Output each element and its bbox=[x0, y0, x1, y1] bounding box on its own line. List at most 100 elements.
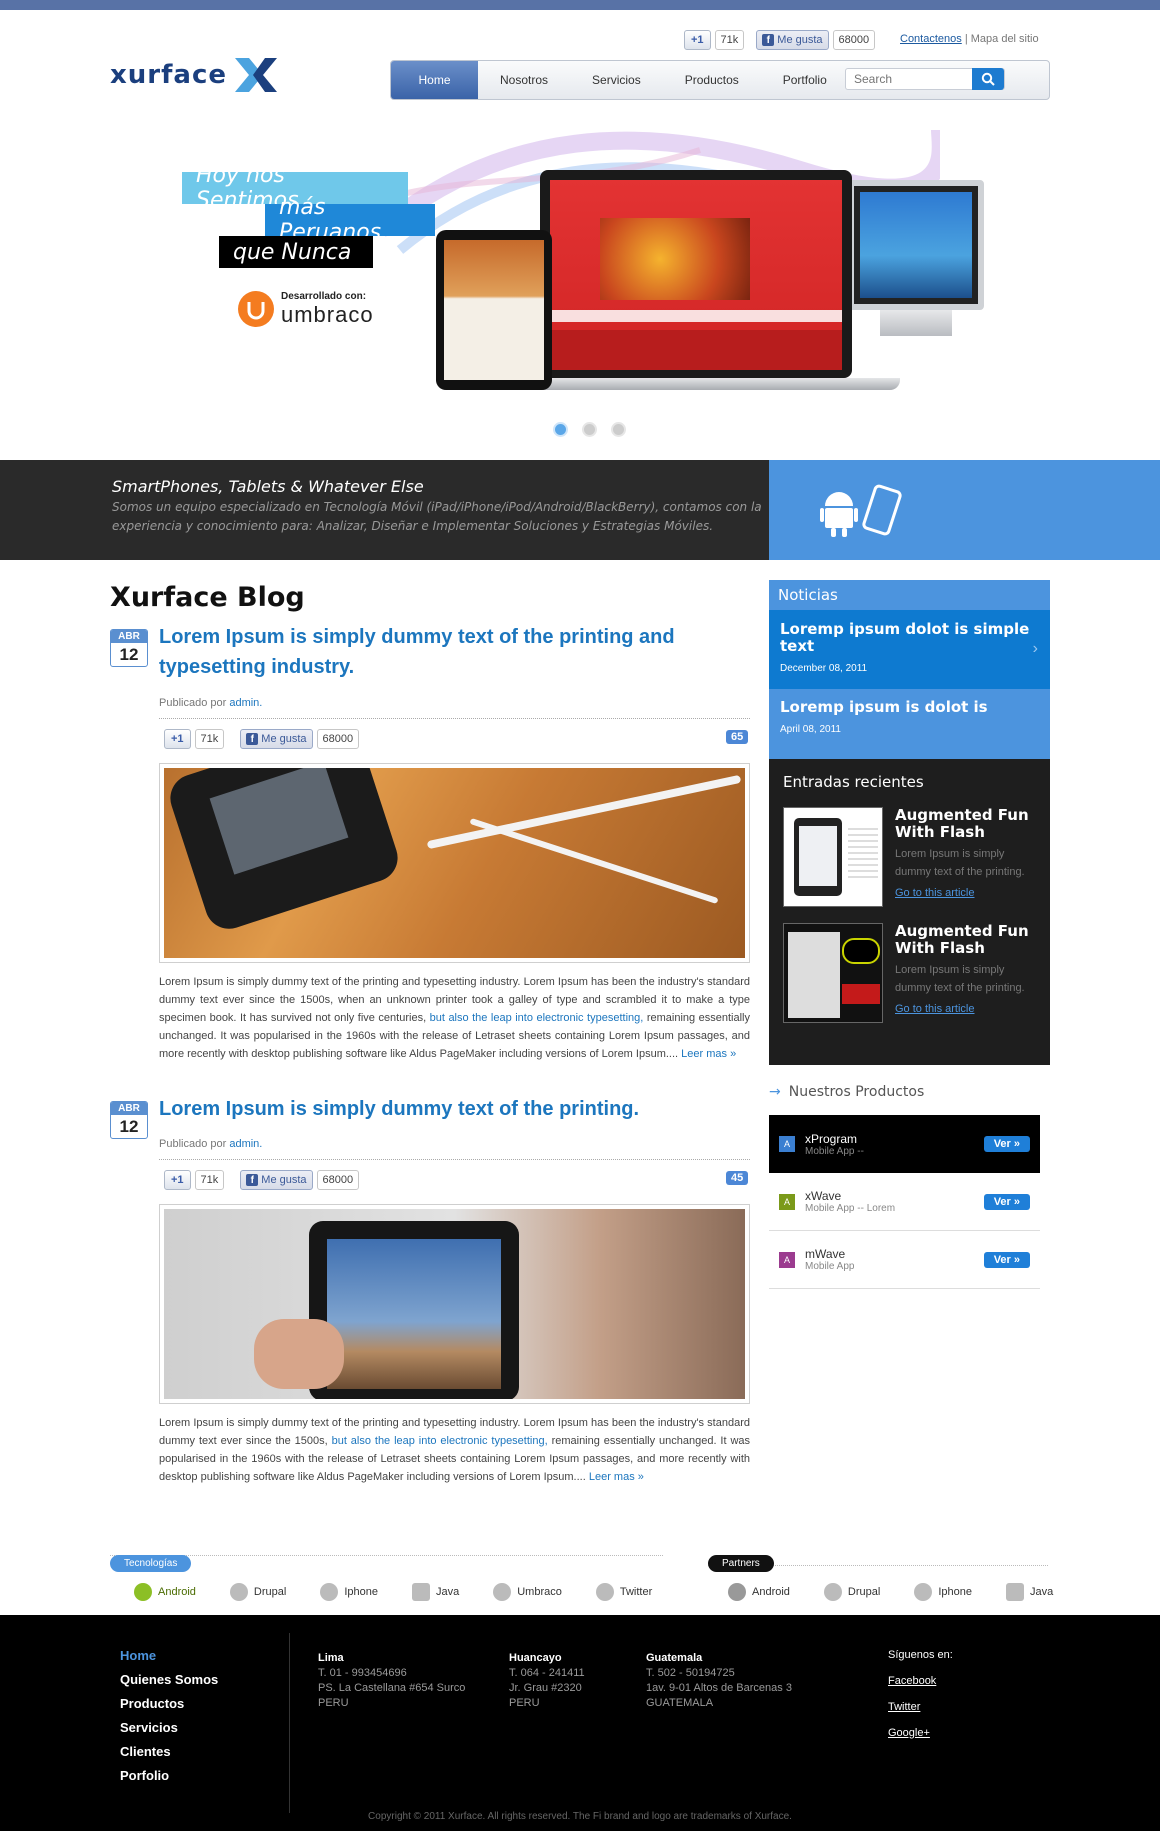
android-logo[interactable]: Android bbox=[134, 1583, 196, 1601]
product-name: mWave bbox=[805, 1247, 846, 1261]
umbraco-logo[interactable]: Umbraco bbox=[493, 1583, 562, 1601]
footer-link-servicios[interactable]: Servicios bbox=[120, 1720, 218, 1735]
news-date: December 08, 2011 bbox=[780, 663, 868, 674]
slider-dot-2[interactable] bbox=[582, 422, 597, 437]
blog-title: Xurface Blog bbox=[110, 582, 305, 613]
recent-thumbnail[interactable] bbox=[783, 923, 883, 1023]
fb-count: 68000 bbox=[832, 30, 876, 50]
nav-nosotros[interactable]: Nosotros bbox=[478, 61, 570, 99]
nav-home[interactable]: Home bbox=[391, 61, 478, 99]
ver-button[interactable]: Ver » bbox=[983, 1136, 1030, 1152]
excerpt-link[interactable]: but also the leap into electronic typese… bbox=[332, 1435, 548, 1447]
date-month: ABR bbox=[111, 1102, 147, 1115]
date-badge: ABR 12 bbox=[110, 1101, 148, 1139]
drupal-logo[interactable]: Drupal bbox=[229, 1583, 287, 1601]
tech-label: Tecnologías bbox=[110, 1555, 192, 1572]
tablet-illustration bbox=[436, 230, 552, 390]
footer-link-quienes-somos[interactable]: Quienes Somos bbox=[120, 1672, 218, 1687]
post-image-1[interactable] bbox=[159, 763, 750, 963]
twitter-link[interactable]: Twitter bbox=[888, 1701, 953, 1713]
search-button[interactable] bbox=[972, 68, 1004, 90]
comment-count-1[interactable]: 65 bbox=[726, 730, 749, 744]
tech-logos: Android Drupal Iphone Java Umbraco Twitt… bbox=[134, 1583, 652, 1601]
excerpt-link[interactable]: but also the leap into electronic typese… bbox=[430, 1012, 644, 1024]
read-more-link[interactable]: Leer mas » bbox=[589, 1471, 644, 1483]
gplus-button[interactable]: +1 bbox=[684, 30, 711, 50]
footer-link-productos[interactable]: Productos bbox=[120, 1696, 218, 1711]
post-title-1[interactable]: Lorem Ipsum is simply dummy text of the … bbox=[159, 622, 709, 682]
post-title-2[interactable]: Lorem Ipsum is simply dummy text of the … bbox=[159, 1094, 709, 1124]
iphone-logo[interactable]: Iphone bbox=[320, 1583, 378, 1601]
post-date-1: ABR 12 bbox=[110, 629, 148, 667]
sidebar: Noticias Loremp ipsum dolot is simple te… bbox=[769, 580, 1050, 1289]
date-badge: ABR 12 bbox=[110, 629, 148, 667]
drupal-logo[interactable]: Drupal bbox=[823, 1583, 880, 1601]
product-item-3[interactable]: A mWave Mobile App Ver » bbox=[769, 1231, 1040, 1289]
read-more-link[interactable]: Leer mas » bbox=[681, 1048, 736, 1060]
twitter-logo[interactable]: Twitter bbox=[595, 1583, 652, 1601]
facebook-link[interactable]: Facebook bbox=[888, 1675, 953, 1687]
googleplus-link[interactable]: Google+ bbox=[888, 1727, 953, 1739]
product-item-2[interactable]: A xWave Mobile App -- Lorem Ver » bbox=[769, 1173, 1040, 1231]
nav-servicios[interactable]: Servicios bbox=[570, 61, 663, 99]
search-input[interactable] bbox=[846, 72, 966, 86]
post-image-2[interactable] bbox=[159, 1204, 750, 1404]
gplus-button[interactable]: +1 bbox=[164, 729, 191, 749]
news-heading: Noticias bbox=[769, 580, 1050, 610]
comment-count-2[interactable]: 45 bbox=[726, 1171, 749, 1185]
slider-dot-3[interactable] bbox=[611, 422, 626, 437]
android-logo[interactable]: Android bbox=[728, 1583, 790, 1601]
author-link[interactable]: admin. bbox=[229, 1138, 262, 1150]
recent-description: Lorem Ipsum is simply dummy text of the … bbox=[895, 964, 1025, 994]
tech-name: Drupal bbox=[253, 1586, 287, 1598]
java-logo[interactable]: Java bbox=[1005, 1583, 1053, 1601]
products-heading: → Nuestros Productos bbox=[769, 1077, 1050, 1107]
iphone-logo[interactable]: Iphone bbox=[914, 1583, 972, 1601]
go-to-article-link[interactable]: Go to this article bbox=[895, 1003, 1036, 1015]
logo[interactable]: xurface bbox=[110, 56, 279, 94]
product-app-icon: A bbox=[779, 1251, 795, 1268]
fb-like-button[interactable]: f Me gusta bbox=[240, 1170, 313, 1190]
java-logo[interactable]: Java bbox=[411, 1583, 459, 1601]
drupal-icon bbox=[823, 1583, 842, 1601]
ver-button[interactable]: Ver » bbox=[983, 1193, 1030, 1210]
nav-productos[interactable]: Productos bbox=[663, 61, 761, 99]
recent-title[interactable]: Augmented Fun With Flash bbox=[895, 923, 1036, 957]
divider bbox=[159, 1159, 750, 1160]
tech-name: Android bbox=[158, 1586, 196, 1598]
footer-link-clientes[interactable]: Clientes bbox=[120, 1744, 218, 1759]
search-icon bbox=[981, 72, 995, 86]
news-item-1[interactable]: Loremp ipsum dolot is simple text Decemb… bbox=[769, 610, 1050, 689]
gplus-button[interactable]: +1 bbox=[164, 1170, 191, 1190]
apple-icon bbox=[914, 1583, 933, 1601]
footer: Home Quienes Somos Productos Servicios C… bbox=[0, 1615, 1160, 1831]
date-day: 12 bbox=[119, 1117, 139, 1136]
fb-like-button[interactable]: f Me gusta bbox=[756, 30, 829, 50]
recent-heading: Entradas recientes bbox=[783, 773, 924, 791]
product-item-1[interactable]: A xProgram Mobile App -- Ver » bbox=[769, 1115, 1040, 1173]
mobile-band: SmartPhones, Tablets & Whatever Else Som… bbox=[0, 460, 1160, 560]
footer-link-porfolio[interactable]: Porfolio bbox=[120, 1768, 218, 1783]
office-phone: T. 01 - 993454696 bbox=[318, 1667, 407, 1679]
post-date-2: ABR 12 bbox=[110, 1101, 148, 1139]
fb-like-button[interactable]: f Me gusta bbox=[240, 729, 313, 749]
umbraco-icon bbox=[493, 1583, 512, 1601]
contact-link[interactable]: Contactenos bbox=[900, 33, 962, 45]
sitemap-link[interactable]: Mapa del sitio bbox=[971, 33, 1039, 45]
go-to-article-link[interactable]: Go to this article bbox=[895, 887, 1036, 899]
band-text-block: SmartPhones, Tablets & Whatever Else Som… bbox=[112, 477, 762, 536]
ver-button[interactable]: Ver » bbox=[983, 1251, 1030, 1268]
office-phone: T. 064 - 241411 bbox=[509, 1667, 585, 1679]
top-accent-bar bbox=[0, 0, 1160, 10]
recent-thumbnail[interactable] bbox=[783, 807, 883, 907]
office-address: Jr. Grau #2320 bbox=[509, 1682, 582, 1694]
recent-title[interactable]: Augmented Fun With Flash bbox=[895, 807, 1036, 841]
author-link[interactable]: admin. bbox=[229, 697, 262, 709]
date-month: ABR bbox=[111, 630, 147, 643]
slider-dot-1[interactable] bbox=[553, 422, 568, 437]
post-social-1: +1 71k f Me gusta 68000 bbox=[164, 729, 360, 749]
office-city: Lima bbox=[318, 1652, 344, 1664]
footer-link-home[interactable]: Home bbox=[120, 1648, 218, 1663]
nav-portfolio[interactable]: Portfolio bbox=[761, 61, 849, 99]
news-item-2[interactable]: Loremp ipsum is dolot is April 08, 2011 bbox=[769, 689, 1050, 759]
